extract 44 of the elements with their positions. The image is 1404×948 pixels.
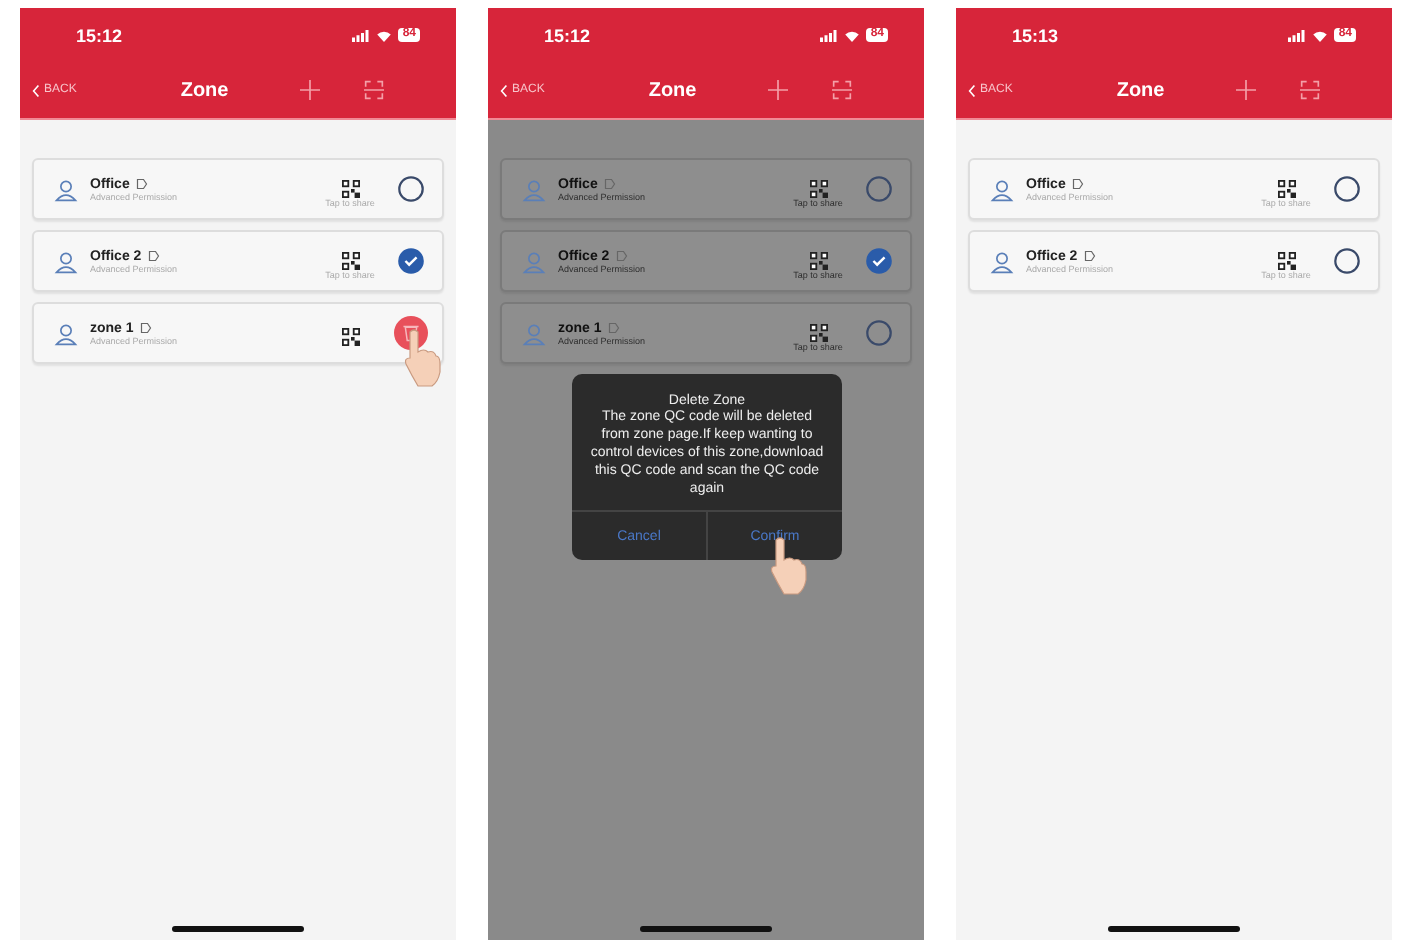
- chevron-left-icon: [32, 83, 40, 97]
- radio-button[interactable]: [865, 176, 891, 202]
- status-time: 15:12: [544, 25, 591, 45]
- qr-code-icon[interactable]: [341, 328, 359, 346]
- qr-code-icon[interactable]: [1277, 251, 1295, 269]
- nav-title: Zone: [1116, 79, 1165, 101]
- qr-code-icon[interactable]: [809, 323, 827, 341]
- user-icon: [54, 321, 78, 345]
- home-indicator: [1108, 926, 1240, 932]
- signal-icon: [820, 29, 839, 41]
- radio-button[interactable]: [1333, 176, 1359, 202]
- user-icon: [522, 321, 546, 345]
- status-time: 15:13: [1012, 25, 1059, 45]
- qr-code-icon[interactable]: [1277, 179, 1295, 197]
- chevron-left-icon: [500, 83, 508, 97]
- scan-icon[interactable]: [364, 80, 385, 100]
- user-icon: [990, 177, 1014, 201]
- nav-title: Zone: [180, 79, 229, 101]
- status-time: 15:12: [76, 25, 123, 45]
- signal-icon: [352, 29, 371, 41]
- chevron-left-icon: [968, 83, 976, 97]
- qr-code-icon[interactable]: [341, 179, 359, 197]
- qr-code-icon[interactable]: [809, 179, 827, 197]
- radio-button[interactable]: [865, 320, 891, 346]
- user-icon: [990, 249, 1014, 273]
- home-indicator: [172, 926, 304, 932]
- radio-button[interactable]: [865, 248, 891, 274]
- user-icon: [54, 177, 78, 201]
- nav-title: Zone: [648, 79, 697, 101]
- radio-button[interactable]: [397, 176, 423, 202]
- user-icon: [54, 249, 78, 273]
- scan-icon[interactable]: [1300, 80, 1321, 100]
- wifi-icon: [376, 29, 393, 41]
- wifi-icon: [844, 29, 861, 41]
- signal-icon: [1288, 29, 1307, 41]
- qr-code-icon[interactable]: [809, 251, 827, 269]
- qr-code-icon[interactable]: [341, 251, 359, 269]
- wifi-icon: [1312, 29, 1329, 41]
- user-icon: [522, 249, 546, 273]
- user-icon: [522, 177, 546, 201]
- radio-button[interactable]: [1333, 248, 1359, 274]
- home-indicator: [640, 926, 772, 932]
- scan-icon[interactable]: [832, 80, 853, 100]
- radio-button[interactable]: [397, 248, 423, 274]
